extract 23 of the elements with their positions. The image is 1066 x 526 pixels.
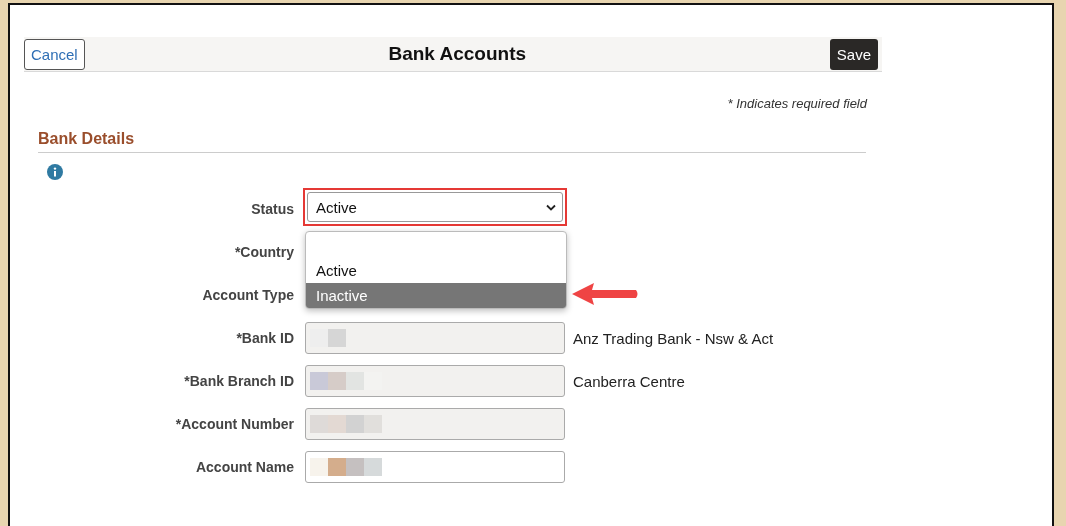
dropdown-option[interactable]: Inactive [306, 283, 566, 308]
field-description: Canberra Centre [573, 372, 685, 390]
status-dropdown[interactable]: Active [307, 192, 563, 222]
chevron-down-icon [546, 203, 556, 211]
field-description: Anz Trading Bank - Nsw & Act [573, 329, 774, 347]
required-field-note: * Indicates required field [727, 96, 867, 111]
field-label: *Country [234, 244, 294, 260]
cancel-button[interactable]: Cancel [24, 38, 85, 70]
info-icon[interactable] [47, 164, 63, 180]
input-field[interactable] [305, 451, 565, 483]
input-field[interactable] [305, 365, 565, 397]
field-label: *Bank Branch ID [184, 373, 294, 389]
input-field[interactable] [305, 408, 565, 440]
dropdown-option[interactable]: Active [306, 258, 566, 283]
field-label: Status [251, 201, 294, 217]
field-label: *Account Number [175, 416, 294, 432]
field-label: Account Type [202, 287, 294, 303]
field-label: Account Name [195, 459, 294, 475]
field-label: *Bank ID [236, 330, 294, 346]
section-heading: Bank Details [38, 130, 866, 153]
input-field[interactable] [305, 322, 565, 354]
save-button[interactable]: Save [829, 38, 878, 70]
page-title: Bank Accounts [388, 43, 527, 65]
